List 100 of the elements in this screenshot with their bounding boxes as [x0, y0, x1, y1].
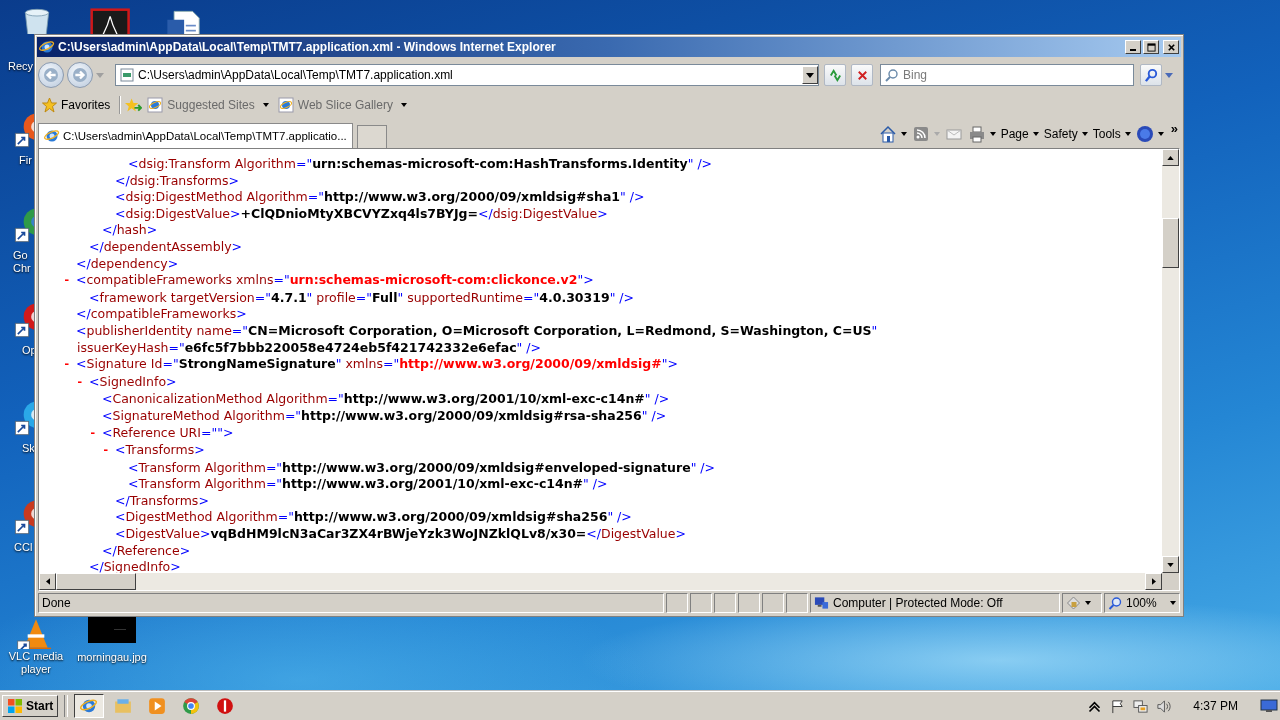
- caret-icon: [400, 103, 407, 107]
- folder-icon: [114, 697, 133, 715]
- xml-line: <Transforms>: [115, 442, 205, 460]
- menu-button[interactable]: Page: [1000, 126, 1029, 141]
- dropdown-button[interactable]: [802, 66, 818, 84]
- menu-button[interactable]: Safety: [1043, 126, 1078, 141]
- search-icon: [885, 68, 899, 82]
- computer-icon: [814, 596, 829, 610]
- search-input[interactable]: Bing: [903, 68, 1133, 82]
- horizontal-scrollbar[interactable]: [39, 573, 1162, 590]
- desktop-icon-label: Sk: [22, 442, 35, 455]
- app-icon: [216, 697, 235, 715]
- scroll-down-button[interactable]: [1162, 556, 1179, 573]
- xml-line: <dsig:Transform Algorithm="urn:schemas-microsoft-com:HashTransforms.Identity" />: [128, 156, 713, 173]
- browser-tab[interactable]: C:\Users\admin\AppData\Local\Temp\TMT7.applicatio...: [38, 123, 353, 148]
- xml-line: </dependentAssembly>: [89, 238, 243, 256]
- close-icon: [1166, 42, 1176, 52]
- network-icon[interactable]: [1133, 698, 1149, 714]
- forward-arrow-icon: [73, 68, 87, 82]
- collapse-toggle[interactable]: -: [76, 375, 84, 390]
- xml-line: <DigestValue>vqBdHM9lcN3aCar3ZX4rBWjeYzk3WoJNZklQLv8/x30=</DigestValue>: [115, 526, 686, 543]
- collapse-toggle[interactable]: -: [63, 358, 71, 373]
- right-arrow-icon: [1151, 578, 1156, 585]
- maximize-icon: [1146, 42, 1156, 52]
- clock[interactable]: 4:37 PM: [1193, 699, 1238, 713]
- page-icon: [277, 97, 294, 113]
- close-button[interactable]: [1163, 40, 1179, 54]
- help-icon[interactable]: [1135, 124, 1154, 143]
- xml-line: <compatibleFrameworks xmlns="urn:schemas-microsoft-com:clickonce.v2">: [76, 272, 594, 290]
- refresh-button[interactable]: [824, 64, 846, 86]
- caret-icon[interactable]: [1085, 601, 1091, 605]
- xml-line: <SignedInfo>: [89, 373, 177, 391]
- media-player-icon: [148, 697, 167, 715]
- scrollbar-thumb[interactable]: [56, 573, 136, 590]
- star-icon: [41, 97, 58, 113]
- start-button[interactable]: Start: [2, 695, 59, 717]
- left-arrow-icon: [45, 578, 50, 585]
- caret-icon[interactable]: [1170, 601, 1176, 605]
- windows-flag-icon: [7, 698, 23, 714]
- favorites-button[interactable]: Favorites: [41, 97, 115, 113]
- status-pane: [666, 593, 688, 613]
- desktop-icon-label: VLC media player: [7, 650, 65, 676]
- xml-line: <Signature Id="StrongNameSignature" xmlns="http://www.w3.org/2000/09/xmldsig#">: [76, 356, 678, 374]
- caret-icon[interactable]: [1124, 131, 1131, 136]
- search-button[interactable]: [1140, 64, 1162, 86]
- collapse-toggle[interactable]: -: [63, 274, 71, 289]
- show-desktop-icon[interactable]: [1260, 699, 1278, 713]
- image-thumbnail[interactable]: [88, 617, 136, 645]
- document-icon[interactable]: [90, 8, 130, 34]
- address-bar[interactable]: C:\Users\admin\AppData\Local\Temp\TMT7.application.xml: [115, 64, 819, 86]
- desktop-icon-label: CCl: [14, 541, 33, 554]
- browser-icon: [80, 697, 99, 715]
- forward-button[interactable]: [67, 62, 93, 88]
- xml-line: <framework targetVersion="4.7.1" profile="Full" supportedRuntime="4.0.30319" />: [89, 289, 635, 307]
- xml-line: </SignedInfo>: [89, 559, 181, 573]
- search-bar[interactable]: Bing: [880, 64, 1134, 86]
- desktop-icon-label: Fir: [19, 154, 32, 167]
- back-button[interactable]: [38, 62, 64, 88]
- volume-icon[interactable]: [1156, 698, 1172, 714]
- vertical-scrollbar[interactable]: [1162, 149, 1179, 573]
- maximize-button[interactable]: [1143, 40, 1159, 54]
- printer-icon[interactable]: [967, 124, 986, 143]
- caret-icon[interactable]: [1157, 131, 1164, 136]
- caret-icon[interactable]: [989, 131, 996, 136]
- caret-icon[interactable]: [1081, 131, 1088, 136]
- xml-line: <Reference URI="">: [102, 424, 234, 442]
- menu-button[interactable]: Tools: [1092, 126, 1121, 141]
- minimize-icon: [1130, 48, 1136, 51]
- xml-line: </hash>: [102, 222, 158, 239]
- favorites-link[interactable]: Web Slice Gallery: [277, 97, 411, 113]
- caret-icon[interactable]: [900, 131, 907, 136]
- taskbar-button[interactable]: [74, 694, 105, 718]
- xml-line: <DigestMethod Algorithm="http://www.w3.org/2000/09/xmldsig#sha256" />: [115, 509, 632, 527]
- home-icon[interactable]: [878, 124, 897, 143]
- refresh-icon: [827, 67, 843, 83]
- search-icon: [1143, 67, 1159, 83]
- xml-line: <dsig:DigestValue>+ClQDnioMtyXBCVYZxq4ls7BYJg=</dsig:DigestValue>: [115, 205, 608, 223]
- scroll-up-button[interactable]: [1162, 149, 1179, 166]
- more-button[interactable]: »: [1168, 120, 1180, 136]
- desktop-icon-label: morningau.jpg: [77, 651, 147, 664]
- xml-line: </compatibleFrameworks>: [76, 306, 247, 323]
- address-input[interactable]: C:\Users\admin\AppData\Local\Temp\TMT7.application.xml: [138, 68, 802, 82]
- flag-icon[interactable]: [1110, 698, 1126, 714]
- back-arrow-icon: [44, 68, 58, 82]
- scrollbar-thumb[interactable]: [1162, 218, 1179, 268]
- favorites-link[interactable]: Suggested Sites: [147, 97, 273, 113]
- xml-line: <publisherIdentity name="CN=Microsoft Corporation, O=Microsoft Corporation, L=Redmond, S=Washington, C=US" issuerKeyHash="e6fc5f7bbb220058e4724eb5f421742332e6efac" />: [76, 322, 878, 357]
- browser-icon: [44, 128, 60, 144]
- status-text: Done: [38, 593, 664, 613]
- minimize-button[interactable]: [1125, 40, 1141, 54]
- status-pane: [762, 593, 784, 613]
- zoom-icon[interactable]: [1108, 596, 1123, 610]
- collapse-toggle[interactable]: -: [89, 426, 97, 441]
- scroll-left-button[interactable]: [39, 573, 56, 590]
- scroll-right-button[interactable]: [1145, 573, 1162, 590]
- stop-button[interactable]: [851, 64, 873, 86]
- caret-icon[interactable]: [1032, 131, 1039, 136]
- xml-line: <CanonicalizationMethod Algorithm="http://www.w3.org/2001/10/xml-exc-c14n#" />: [102, 391, 670, 408]
- status-pane: [738, 593, 760, 613]
- collapse-toggle[interactable]: -: [102, 444, 110, 459]
